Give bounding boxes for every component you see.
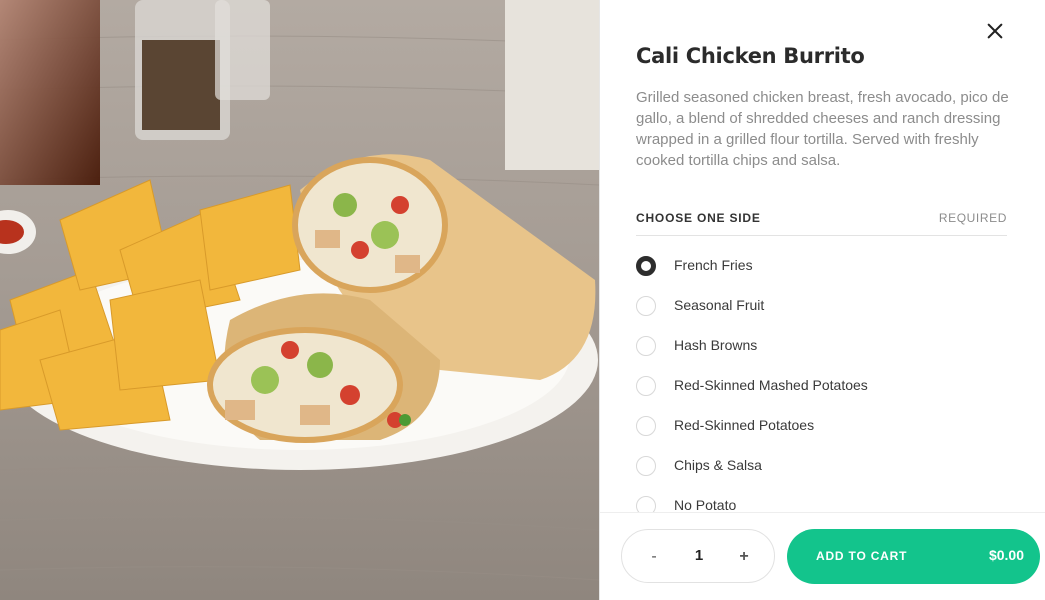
side-options-list: French Fries Seasonal Fruit Hash Browns … — [636, 244, 1007, 512]
side-option-french-fries[interactable]: French Fries — [636, 244, 1007, 284]
side-option-label: French Fries — [674, 257, 753, 273]
radio[interactable] — [636, 376, 656, 396]
side-option-red-skinned-potatoes[interactable]: Red-Skinned Potatoes — [636, 404, 1007, 444]
radio[interactable] — [636, 296, 656, 316]
item-description: Grilled seasoned chicken breast, fresh a… — [636, 89, 1009, 169]
radio[interactable] — [636, 496, 656, 512]
cart-footer: - 1 + ADD TO CART $0.00 — [600, 512, 1045, 600]
required-label: REQUIRED — [938, 211, 1007, 225]
item-title: Cali Chicken Burrito — [636, 44, 865, 68]
side-option-hash-browns[interactable]: Hash Browns — [636, 324, 1007, 364]
side-option-chips-salsa[interactable]: Chips & Salsa — [636, 444, 1007, 484]
side-section-header: CHOOSE ONE SIDE REQUIRED — [636, 210, 1007, 236]
add-to-cart-button[interactable]: ADD TO CART $0.00 — [787, 529, 1040, 584]
side-option-label: Hash Browns — [674, 337, 758, 353]
close-icon[interactable] — [983, 19, 1007, 43]
radio[interactable] — [636, 416, 656, 436]
quantity-stepper: - 1 + — [621, 529, 775, 583]
side-option-red-skinned-mashed-potatoes[interactable]: Red-Skinned Mashed Potatoes — [636, 364, 1007, 404]
burrito-photo — [0, 0, 599, 600]
add-to-cart-label: ADD TO CART — [816, 549, 908, 563]
side-section-title: CHOOSE ONE SIDE — [636, 211, 761, 225]
item-detail-panel: Cali Chicken Burrito Grilled seasoned ch… — [599, 0, 1045, 600]
side-option-label: Seasonal Fruit — [674, 297, 765, 313]
side-option-label: Chips & Salsa — [674, 457, 762, 473]
decrement-button[interactable]: - — [642, 545, 666, 569]
side-option-no-potato[interactable]: No Potato — [636, 484, 1007, 512]
radio-selected[interactable] — [636, 256, 656, 276]
radio[interactable] — [636, 456, 656, 476]
side-option-seasonal-fruit[interactable]: Seasonal Fruit — [636, 284, 1007, 324]
side-option-label: Red-Skinned Mashed Potatoes — [674, 377, 868, 393]
radio[interactable] — [636, 336, 656, 356]
side-option-label: No Potato — [674, 497, 737, 512]
cart-price: $0.00 — [988, 547, 1024, 563]
food-illustration — [0, 0, 599, 581]
side-option-label: Red-Skinned Potatoes — [674, 417, 815, 433]
increment-button[interactable]: + — [732, 545, 756, 569]
quantity-value: 1 — [694, 547, 704, 564]
